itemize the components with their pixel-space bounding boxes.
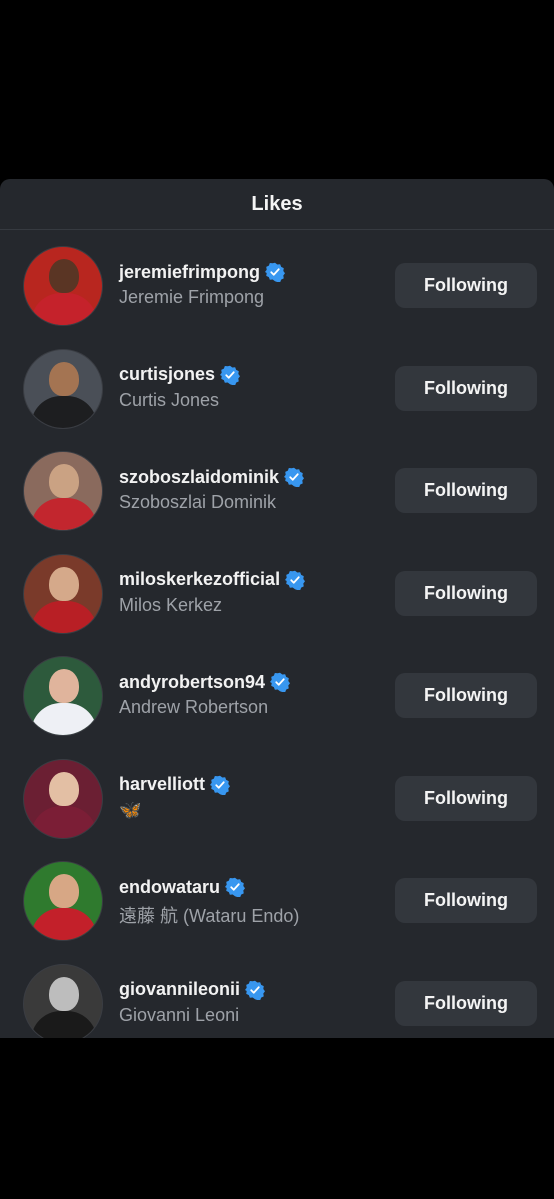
list-item[interactable]: giovannileonii Giovanni Leoni Following (0, 963, 554, 1038)
full-name: Curtis Jones (119, 389, 220, 410)
following-button[interactable]: Following (395, 673, 537, 718)
following-button[interactable]: Following (395, 365, 537, 411)
avatar[interactable] (23, 861, 103, 941)
following-button[interactable]: Following (395, 878, 537, 923)
verified-badge-icon (210, 775, 231, 795)
avatar[interactable] (23, 553, 103, 634)
following-button[interactable]: Following (395, 570, 537, 616)
full-name: 遠藤 航 (Wataru Endo) (119, 906, 300, 926)
full-name: Jeremie Frimpong (119, 287, 265, 307)
verified-badge-icon (225, 877, 246, 898)
verified-badge-icon (265, 262, 286, 283)
username[interactable]: harvelliott (119, 774, 205, 795)
full-name: Andrew Robertson (119, 697, 269, 717)
following-button[interactable]: Following (395, 775, 537, 821)
username[interactable]: jeremiefrimpong (119, 262, 260, 283)
username[interactable]: endowataru (119, 877, 220, 898)
username[interactable]: andyrobertson94 (119, 672, 265, 693)
likes-list[interactable]: jeremiefrimpong Jeremie Frimpong Followi… (0, 246, 554, 1038)
avatar[interactable] (23, 451, 103, 531)
list-item[interactable]: szoboszlaidominik Szoboszlai Dominik Fol… (0, 451, 554, 554)
avatar[interactable] (23, 656, 103, 736)
following-button[interactable]: Following (395, 468, 537, 513)
avatar[interactable] (23, 963, 103, 1038)
list-item[interactable]: andyrobertson94 Andrew Robertson Followi… (0, 656, 554, 759)
username[interactable]: giovannileonii (119, 979, 240, 1000)
list-item[interactable]: curtisjones Curtis Jones Following (0, 348, 554, 452)
avatar[interactable] (23, 758, 103, 839)
sheet-header: Likes (0, 179, 554, 230)
list-item[interactable]: miloskerkezofficial Milos Kerkez Followi… (0, 553, 554, 657)
username[interactable]: curtisjones (119, 364, 215, 385)
verified-badge-icon (285, 570, 306, 590)
full-name: Milos Kerkez (119, 594, 223, 615)
verified-badge-icon (220, 365, 241, 385)
verified-badge-icon (270, 672, 291, 693)
list-item[interactable]: jeremiefrimpong Jeremie Frimpong Followi… (0, 246, 554, 349)
avatar[interactable] (23, 246, 103, 326)
following-button[interactable]: Following (395, 263, 537, 308)
avatar[interactable] (23, 348, 103, 429)
list-item[interactable]: endowataru 遠藤 航 (Wataru Endo) Following (0, 861, 554, 964)
username[interactable]: miloskerkezofficial (119, 569, 280, 590)
username[interactable]: szoboszlaidominik (119, 467, 279, 488)
following-button[interactable]: Following (395, 980, 537, 1026)
full-name: Szoboszlai Dominik (119, 492, 277, 512)
sheet-title: Likes (251, 192, 303, 215)
full-name: Giovanni Leoni (119, 1004, 240, 1025)
list-item[interactable]: harvelliott 🦋 Following (0, 758, 554, 862)
likes-sheet: Likes jeremiefrimpong Jeremie Frimpong F… (0, 179, 554, 1038)
verified-badge-icon (245, 980, 266, 1000)
verified-badge-icon (284, 467, 305, 488)
full-name: 🦋 (119, 799, 142, 820)
